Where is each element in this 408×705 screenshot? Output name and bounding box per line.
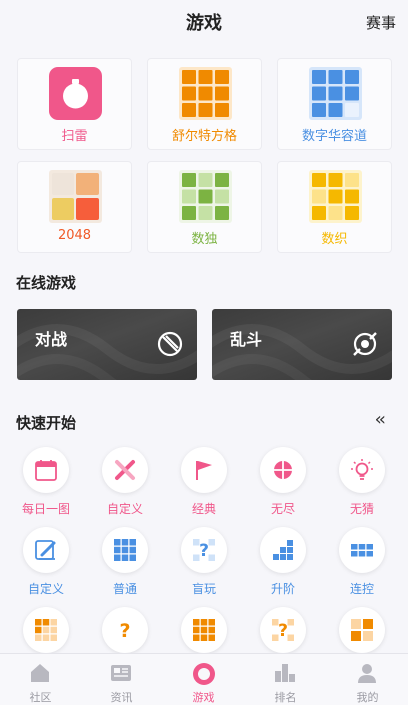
2048-icon — [49, 170, 102, 223]
quick-start-title: 快速开始 — [16, 414, 77, 432]
bulb-icon — [351, 459, 373, 480]
game-label: 数独 — [191, 232, 218, 247]
quick-item-label: 自定义 — [106, 502, 143, 516]
tab-label: 游戏 — [192, 691, 215, 704]
quick-item-label: 经典 — [191, 502, 216, 516]
top-bar: 游戏 赛事 — [0, 0, 408, 44]
tab-news[interactable]: 资讯 — [81, 654, 162, 705]
tools-icon — [115, 460, 135, 480]
quick-item-label: 连控 — [349, 582, 374, 596]
quick-item-button[interactable] — [23, 447, 69, 493]
quick-item-button[interactable] — [23, 527, 69, 573]
quick-item-button[interactable] — [260, 527, 306, 573]
schulte-grid-icon — [179, 67, 232, 120]
question-icon: ? — [119, 620, 130, 642]
tab-label: 排名 — [274, 691, 297, 704]
quick-item-button[interactable] — [339, 447, 385, 493]
quick-item-label: 无尽 — [270, 502, 295, 516]
game-icon — [193, 663, 215, 685]
quick-item-button[interactable]: ? — [102, 607, 148, 653]
svg-text:?: ? — [278, 621, 288, 641]
game-label: 2048 — [57, 228, 92, 243]
quick-item-button[interactable] — [181, 447, 227, 493]
quick-item-no-guess[interactable]: 无猜 — [322, 447, 402, 517]
grid-icon — [114, 539, 136, 561]
quick-item-button[interactable] — [102, 447, 148, 493]
game-card-sudoku[interactable]: 数独 — [147, 161, 262, 253]
mode-label: 乱斗 — [230, 330, 263, 349]
mode-label: 对战 — [35, 330, 68, 349]
quick-item-custom-2[interactable]: 自定义 — [6, 527, 86, 597]
game-card-2048[interactable]: 2048 — [17, 161, 132, 253]
quick-item-label: 盲玩 — [191, 582, 216, 596]
pen-icon — [35, 540, 56, 560]
game-label: 数字华容道 — [301, 129, 367, 144]
tab-community[interactable]: 社区 — [0, 654, 81, 705]
brawl-icon — [353, 332, 377, 356]
brawl-mode-card[interactable]: 乱斗 — [212, 309, 392, 380]
quick-item-chain[interactable]: 连控 — [322, 527, 402, 597]
tab-label: 资讯 — [110, 691, 133, 704]
quick-item-endless[interactable]: 无尽 — [243, 447, 323, 517]
events-link[interactable]: 赛事 — [366, 12, 396, 33]
calendar-icon — [35, 460, 57, 481]
quick-item-classic[interactable]: 经典 — [164, 447, 244, 517]
game-card-nonogram[interactable]: 数织 — [277, 161, 392, 253]
home-icon — [31, 664, 49, 682]
quick-item-label: 普通 — [112, 582, 137, 596]
quick-item-button[interactable] — [339, 607, 385, 653]
quick-item-button[interactable] — [260, 447, 306, 493]
game-label: 扫雷 — [61, 129, 88, 144]
game-label: 数织 — [321, 232, 348, 247]
quick-item-label: 无猜 — [349, 502, 374, 516]
quick-item-label: 升阶 — [270, 582, 295, 596]
tab-profile[interactable]: 我的 — [327, 654, 408, 705]
nonogram-icon — [309, 170, 362, 223]
quick-item-label: 每日一图 — [21, 502, 70, 516]
quick-item-button[interactable]: ? — [181, 527, 227, 573]
flag-icon — [196, 461, 212, 480]
game-label: 舒尔特方格 — [171, 129, 237, 144]
quick-item-daily[interactable]: 每日一图 — [6, 447, 86, 517]
game-card-minesweeper[interactable]: 扫雷 — [17, 58, 132, 150]
page-title: 游戏 — [186, 13, 222, 34]
game-card-number-slide[interactable]: 数字华容道 — [277, 58, 392, 150]
mine-icon — [49, 67, 102, 120]
profile-icon — [358, 664, 376, 683]
quick-item-button[interactable]: ? — [260, 607, 306, 653]
double-chevron-left-icon[interactable]: ‹‹ — [375, 409, 387, 430]
sudoku-icon — [179, 170, 232, 223]
crosshair-icon — [273, 460, 293, 480]
quick-item-button[interactable] — [102, 527, 148, 573]
number-grid-icon — [351, 619, 373, 641]
news-icon — [111, 665, 131, 681]
grid-icon — [193, 619, 215, 641]
number-slide-icon — [309, 67, 362, 120]
quick-item-label: 自定义 — [27, 582, 64, 596]
quick-item-normal[interactable]: 普通 — [85, 527, 165, 597]
small-grid-icon — [35, 619, 57, 641]
quick-item-custom[interactable]: 自定义 — [85, 447, 165, 517]
tab-games[interactable]: 游戏 — [163, 654, 244, 705]
svg-text:?: ? — [199, 541, 209, 561]
bottom-tab-bar: 社区 资讯 游戏 排名 我的 — [0, 653, 408, 705]
connected-grid-icon — [351, 544, 373, 557]
quick-item-blind[interactable]: ? 盲玩 — [164, 527, 244, 597]
quick-item-button[interactable] — [23, 607, 69, 653]
podium-icon — [275, 664, 295, 682]
question-grid-icon: ? — [193, 539, 215, 561]
quick-item-button[interactable] — [339, 527, 385, 573]
tab-label: 我的 — [356, 691, 379, 704]
quick-item-button[interactable] — [181, 607, 227, 653]
battle-mode-card[interactable]: 对战 — [17, 309, 197, 380]
online-games-title: 在线游戏 — [16, 274, 77, 292]
tab-ranking[interactable]: 排名 — [245, 654, 326, 705]
svg-text:?: ? — [119, 620, 130, 642]
game-card-schulte[interactable]: 舒尔特方格 — [147, 58, 262, 150]
quick-item-level-up[interactable]: 升阶 — [243, 527, 323, 597]
stairs-icon — [273, 540, 293, 560]
battle-icon — [157, 331, 183, 357]
tab-label: 社区 — [29, 691, 52, 704]
question-grid-icon: ? — [272, 619, 294, 641]
